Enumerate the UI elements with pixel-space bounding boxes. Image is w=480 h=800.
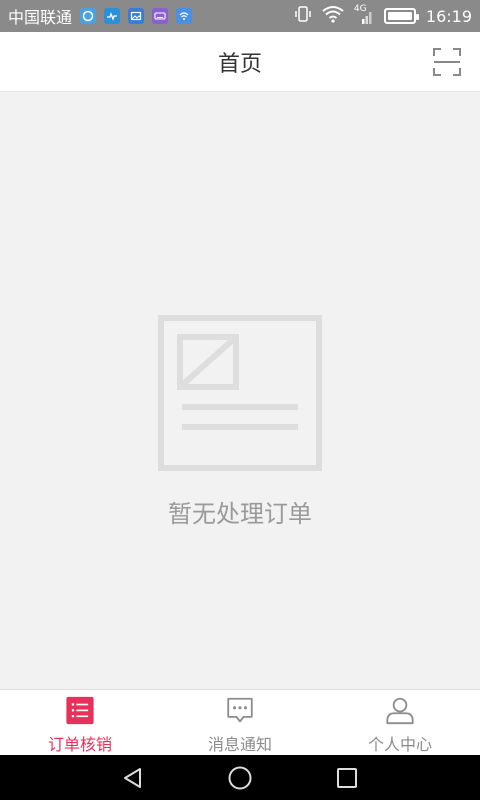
top-app-bar: 首页	[0, 32, 480, 92]
tab-label: 消息通知	[207, 735, 272, 754]
main-content: 暂无处理订单	[0, 92, 480, 689]
network-type-label: 4G	[353, 4, 367, 14]
tab-messages[interactable]: 消息通知	[160, 690, 320, 755]
tab-label: 订单核销	[47, 735, 112, 754]
tab-label: 个人中心	[367, 735, 432, 754]
browser-icon	[80, 8, 97, 24]
recents-button[interactable]	[333, 764, 361, 792]
tab-order-verification[interactable]: 订单核销	[0, 690, 160, 755]
person-icon	[386, 697, 414, 725]
status-bar: 中国联通 4G 16:19	[0, 0, 480, 32]
system-status: 4G 16:19	[294, 4, 472, 27]
home-button[interactable]	[226, 764, 254, 792]
scan-button[interactable]	[432, 47, 462, 77]
page-title: 首页	[217, 51, 262, 77]
empty-document-icon	[158, 315, 322, 471]
clock: 16:19	[425, 6, 472, 26]
notification-icons	[80, 8, 193, 24]
wifi-icon	[322, 5, 344, 27]
vibrate-icon	[294, 5, 312, 27]
home-circle-icon	[228, 766, 252, 789]
keyboard-icon	[152, 8, 169, 24]
health-icon	[104, 8, 121, 24]
bottom-tab-bar: 订单核销 消息通知 个人中心	[0, 689, 480, 755]
scan-icon	[433, 48, 461, 76]
back-triangle-icon	[124, 767, 142, 788]
cell-signal-icon: 4G	[353, 4, 374, 25]
gallery-icon	[128, 8, 145, 24]
app-screen: 中国联通 4G 16:19 首页 暂无处理订单 订单核销 消息通知 个人中心	[0, 0, 480, 800]
message-icon	[227, 697, 253, 723]
battery-icon	[383, 8, 419, 24]
system-navigation-bar	[0, 755, 480, 800]
empty-state-message: 暂无处理订单	[168, 500, 312, 528]
tab-profile[interactable]: 个人中心	[320, 690, 480, 755]
back-button[interactable]	[119, 764, 147, 792]
carrier-name: 中国联通	[8, 8, 73, 27]
recents-square-icon	[336, 767, 357, 788]
wifi-app-icon	[176, 8, 193, 24]
list-icon	[66, 696, 94, 725]
